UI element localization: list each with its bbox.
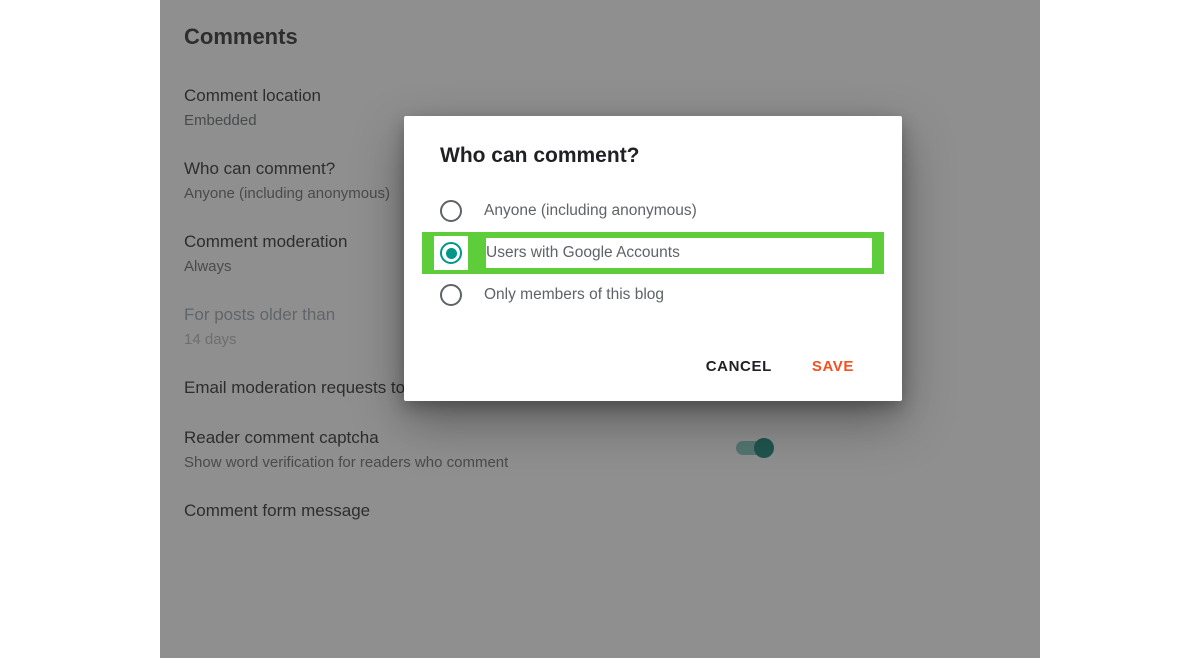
radio-icon xyxy=(440,242,462,264)
who-can-comment-dialog: Who can comment? Anyone (including anony… xyxy=(404,116,902,401)
radio-icon xyxy=(440,200,462,222)
radio-option-google-accounts[interactable]: Users with Google Accounts xyxy=(422,232,884,274)
cancel-button[interactable]: CANCEL xyxy=(706,358,772,375)
radio-label: Users with Google Accounts xyxy=(486,244,680,262)
dialog-title: Who can comment? xyxy=(404,144,902,190)
radio-option-anyone[interactable]: Anyone (including anonymous) xyxy=(404,190,902,232)
radio-group: Anyone (including anonymous) Users with … xyxy=(404,190,902,316)
save-button[interactable]: SAVE xyxy=(812,358,854,375)
radio-inner-icon xyxy=(446,248,457,259)
radio-option-members-only[interactable]: Only members of this blog xyxy=(404,274,902,316)
radio-icon xyxy=(440,284,462,306)
radio-label: Anyone (including anonymous) xyxy=(484,202,697,220)
radio-label: Only members of this blog xyxy=(484,286,664,304)
dialog-actions: CANCEL SAVE xyxy=(404,316,902,383)
